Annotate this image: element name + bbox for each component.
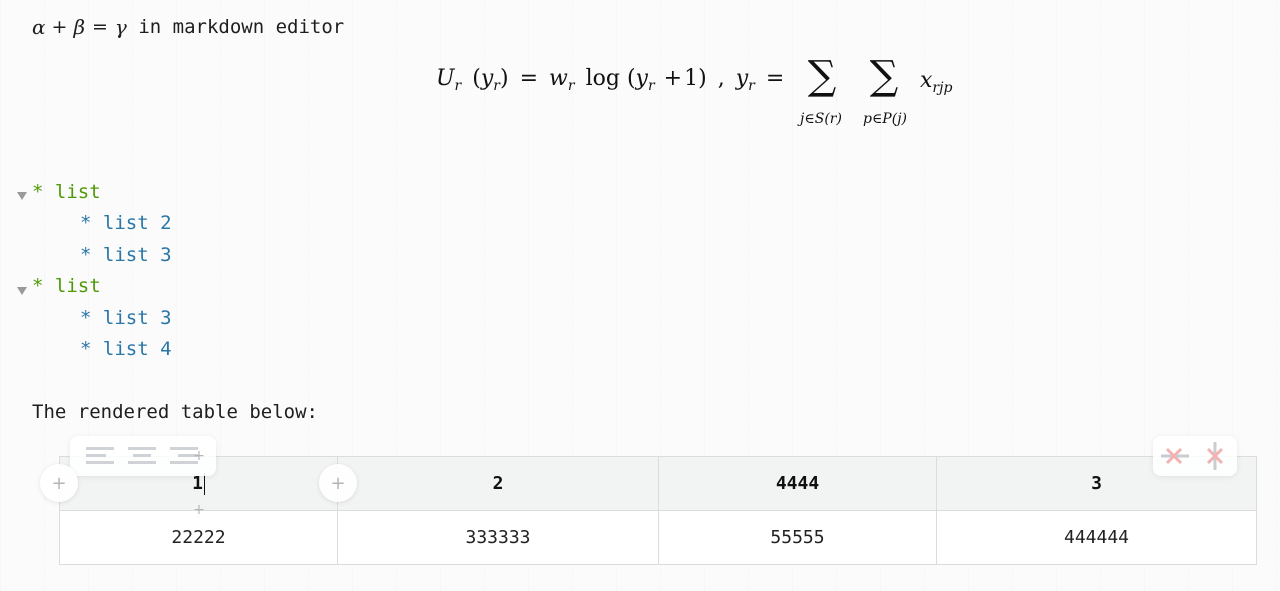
list-item-label: * list 2 bbox=[80, 212, 172, 234]
formula-U: U bbox=[436, 66, 455, 91]
formula-plus: + bbox=[663, 66, 683, 91]
table-row: 22222 333333 55555 444444 bbox=[59, 510, 1257, 565]
table-header-cell[interactable]: 2 bbox=[337, 456, 659, 511]
rendered-table[interactable]: 1 2 4444 3 22222 333333 55555 444444 bbox=[59, 456, 1257, 565]
list-item[interactable]: * list 2 bbox=[80, 209, 172, 237]
formula-comma: , bbox=[717, 66, 725, 91]
formula-sub-rjp: rjp bbox=[932, 80, 953, 96]
formula-sub-r: r bbox=[493, 78, 500, 94]
formula-y: y bbox=[735, 66, 749, 91]
table-cell[interactable]: 55555 bbox=[658, 510, 937, 565]
formula-y: y bbox=[635, 66, 648, 91]
math-gamma: γ bbox=[114, 15, 127, 39]
delete-row-icon[interactable] bbox=[1160, 441, 1190, 471]
formula-sub-r: r bbox=[454, 78, 462, 94]
list-item-label: list bbox=[54, 181, 101, 203]
list-item[interactable]: * list 4 bbox=[80, 335, 172, 363]
fold-toggle-list-1[interactable] bbox=[17, 192, 27, 200]
formula-one: 1 bbox=[684, 66, 699, 91]
align-center-icon[interactable] bbox=[126, 443, 158, 469]
delete-column-icon[interactable] bbox=[1200, 441, 1230, 471]
formula-sub-r: r bbox=[748, 78, 755, 94]
sum-symbol-1: ∑ bbox=[807, 53, 837, 99]
table-header-cell[interactable]: 4444 bbox=[658, 456, 937, 511]
fold-toggle-list-2[interactable] bbox=[17, 287, 27, 295]
formula-log: log bbox=[585, 66, 620, 91]
formula-y: y bbox=[480, 66, 494, 91]
add-column-button[interactable]: + bbox=[319, 464, 357, 502]
table-cell[interactable]: 444444 bbox=[936, 510, 1257, 565]
add-row-above-button[interactable]: + bbox=[189, 446, 209, 466]
list-bullet: * bbox=[32, 181, 55, 203]
sum-symbol-2: ∑ bbox=[869, 53, 899, 99]
formula-w: w bbox=[549, 66, 568, 91]
list-bullet: * bbox=[32, 275, 55, 297]
list-item[interactable]: * list 3 bbox=[80, 304, 172, 332]
sum-lower-1: j∈S(r) bbox=[800, 111, 842, 127]
list-item[interactable]: * list bbox=[32, 178, 101, 206]
list-item[interactable]: * list bbox=[32, 272, 101, 300]
list-item-label: * list 3 bbox=[80, 244, 172, 266]
add-row-left-button[interactable]: + bbox=[40, 464, 78, 502]
list-item-label: * list 3 bbox=[80, 307, 172, 329]
list-item[interactable]: * list 3 bbox=[80, 241, 172, 269]
formula-x: x bbox=[920, 68, 933, 93]
paragraph-text[interactable]: The rendered table below: bbox=[32, 398, 318, 426]
delete-toolbar bbox=[1153, 436, 1237, 476]
list-item-label: * list 4 bbox=[80, 338, 172, 360]
formula-sub-r: r bbox=[647, 78, 655, 94]
inline-text: in markdown editor bbox=[126, 16, 345, 38]
formula-rparen: ) bbox=[499, 66, 509, 91]
formula-sub-r: r bbox=[567, 78, 575, 94]
formula-equals: = bbox=[765, 66, 785, 91]
sum-lower-2: p∈P(j) bbox=[862, 111, 907, 127]
math-plus: + bbox=[51, 16, 68, 38]
math-beta: β bbox=[73, 15, 85, 39]
table-cell[interactable]: 333333 bbox=[337, 510, 659, 565]
math-equals: = bbox=[92, 16, 108, 38]
formula-lparen: ( bbox=[472, 66, 481, 91]
formula-rparen: ) bbox=[698, 66, 707, 91]
align-left-icon[interactable] bbox=[84, 443, 116, 469]
inline-math-line: α + β = γ in markdown editor bbox=[32, 14, 344, 40]
formula-equals: = bbox=[519, 66, 539, 91]
list-item-label: list bbox=[54, 275, 101, 297]
add-row-below-button[interactable]: + bbox=[189, 500, 209, 520]
math-alpha: α bbox=[32, 15, 46, 39]
table-header-row: 1 2 4444 3 bbox=[59, 456, 1257, 511]
formula-lparen: ( bbox=[626, 66, 636, 91]
